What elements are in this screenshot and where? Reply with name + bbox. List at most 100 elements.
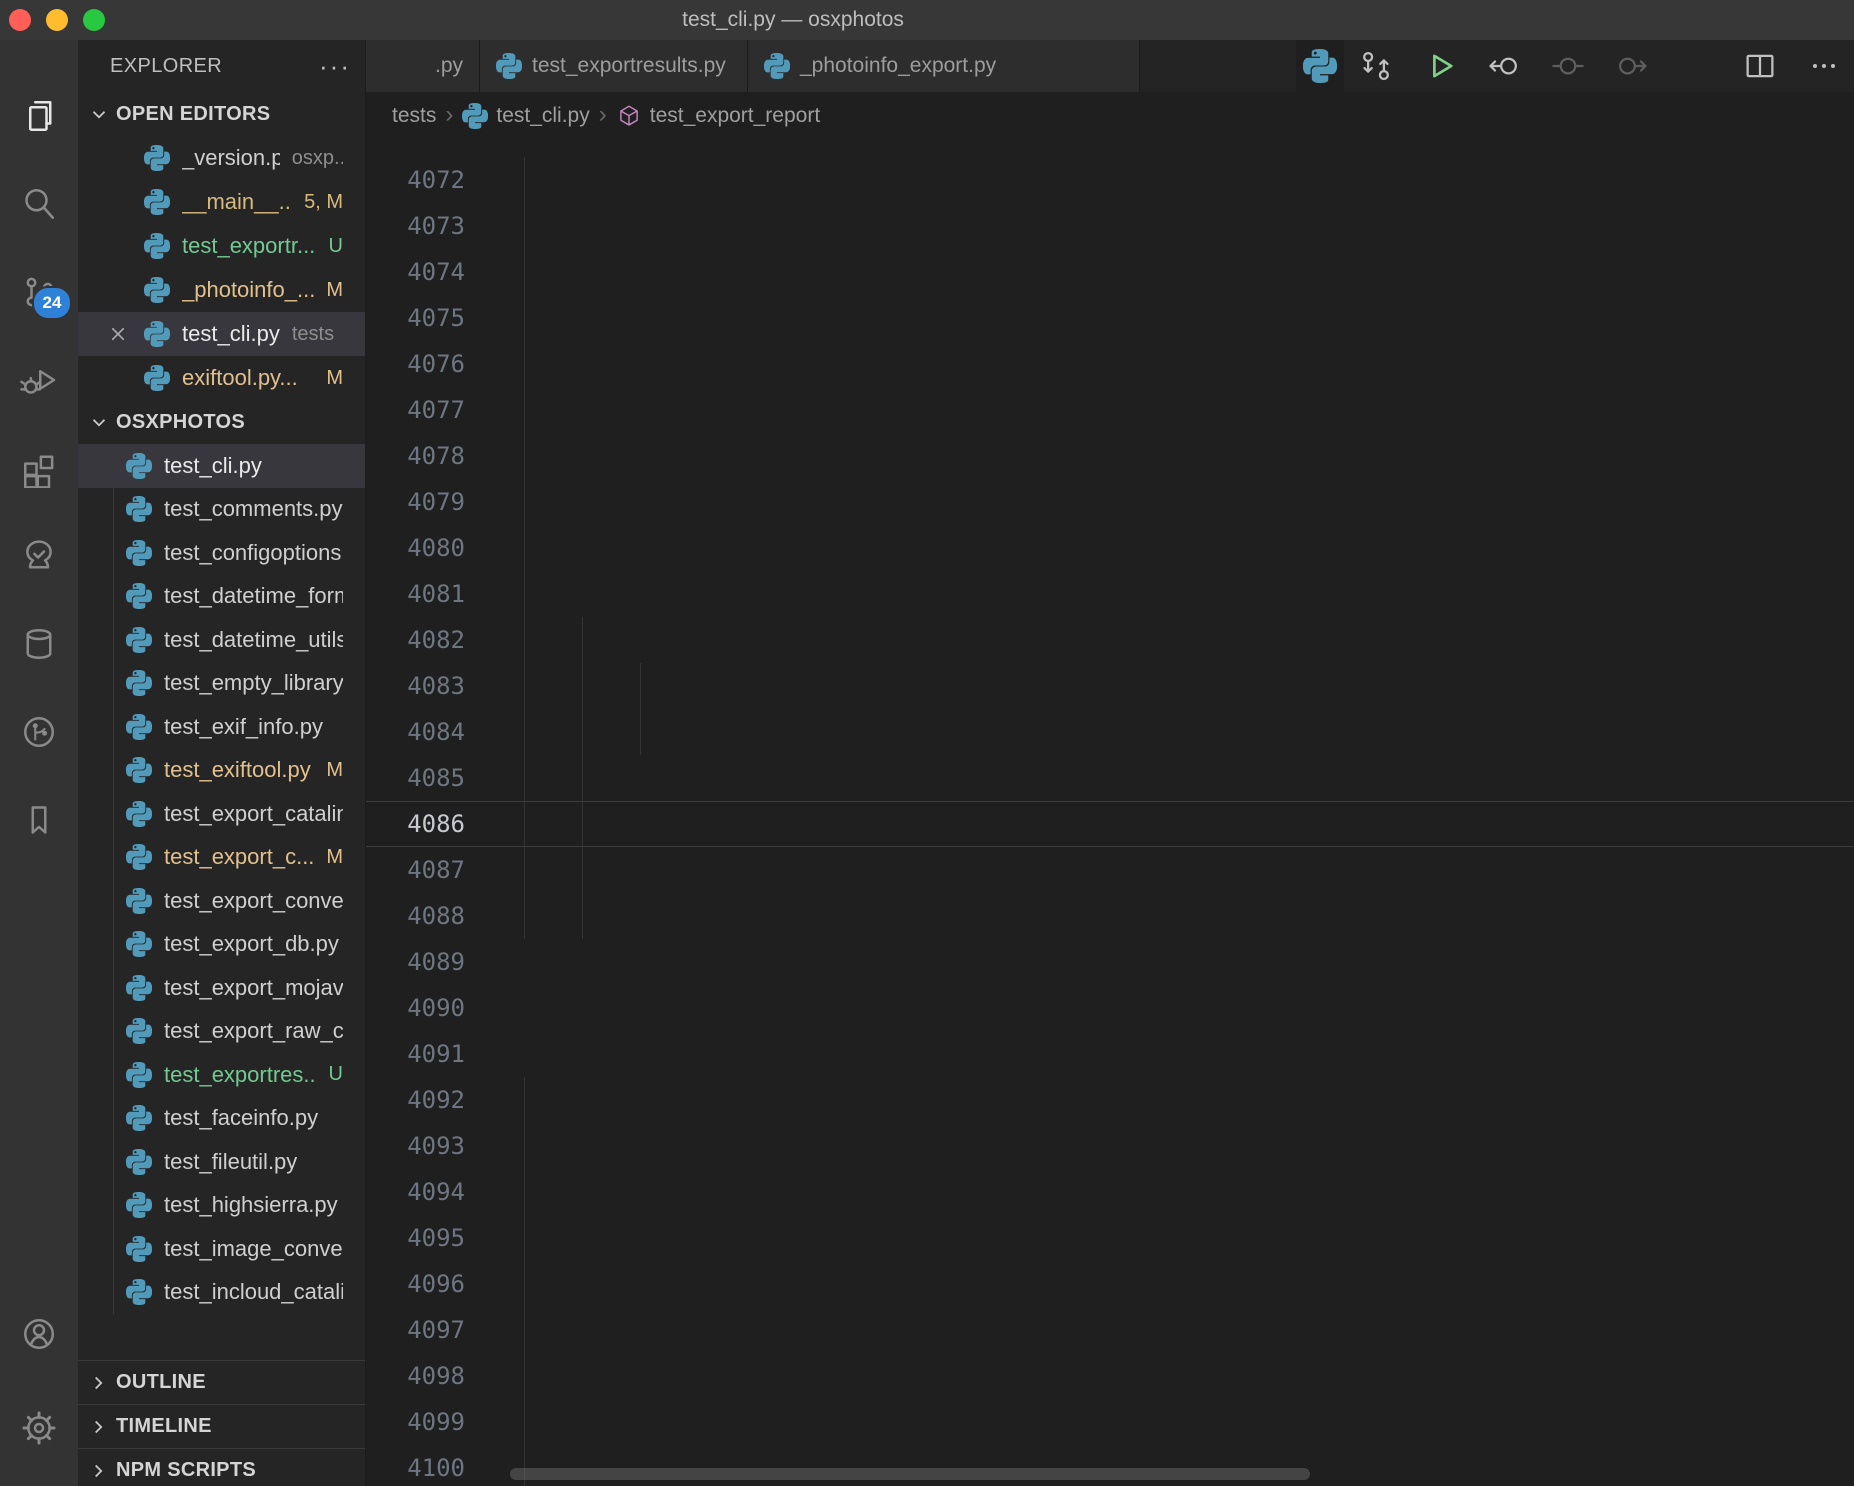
open-editor-item[interactable]: __main__.... 5, M [78,180,365,224]
close-window-button[interactable] [9,9,31,31]
code-line-4089[interactable]: 4089 [366,939,1854,985]
code-line-4092[interactable]: 4092 ····"""·test·export·with·--report·o… [366,1077,1854,1123]
code-line-4098[interactable]: 4098 [366,1353,1854,1399]
gitlens-graph-button[interactable] [1678,48,1714,84]
section-timeline[interactable]: TIMELINE [78,1404,366,1448]
open-editor-item[interactable]: exiftool.py... M [78,356,365,400]
file-tree-item[interactable]: test_export_db.py [78,923,365,967]
activity-extensions-button[interactable] [0,424,78,512]
code-line-4080[interactable]: 4080 ····#·pylint:·disable=not-context-m… [366,525,1854,571]
settings-icon [19,1408,59,1448]
tab--photoinfo-export-py[interactable]: _photoinfo_export.py [748,40,1140,92]
code-line-4081[interactable]: 4081 ····with·runner.isolated_filesystem… [366,571,1854,617]
file-tree-item[interactable]: test_exportres... U [78,1053,365,1097]
code-line-4078[interactable]: 4078 ····runner·=·CliRunner() [366,433,1854,479]
file-tree-item[interactable]: test_export_conver... [78,879,365,923]
more-actions-button[interactable] [1806,48,1842,84]
code-line-4093[interactable]: 4093 ····import·glob [366,1123,1854,1169]
file-tree-item[interactable]: test_export_mojave... [78,966,365,1010]
split-editor-button[interactable] [1742,48,1778,84]
tab--py[interactable]: .py [366,40,480,92]
code-line-4075[interactable]: 4075 ····import·osxphotos [366,295,1854,341]
activity-testing-tree-button[interactable] [0,512,78,600]
activity-search-button[interactable] [0,160,78,248]
code-line-4091[interactable]: 4091 def·test_export_report_not_a_file()… [366,1031,1854,1077]
project-section-header[interactable]: OSXPHOTOS [78,400,365,444]
code-line-4094[interactable]: 4094 ····import·os [366,1169,1854,1215]
file-tree-item[interactable]: test_configoptions.... [78,531,365,575]
activity-explorer-button[interactable] [0,72,78,160]
open-editor-item[interactable]: test_cli.py tests [78,312,365,356]
zoom-window-button[interactable] [83,9,105,31]
code-line-4084[interactable]: 4084 ············[os.path.join(cwd,·CLI_… [366,709,1854,755]
code-line-4083[interactable]: 4083 ············export, [366,663,1854,709]
code-line-4088[interactable]: 4088 ········assert·os.path.exists("repo… [366,893,1854,939]
activity-run-debug-button[interactable] [0,336,78,424]
file-tree-item[interactable]: test_fileutil.py [78,1140,365,1184]
code-line-4073[interactable]: 4073 ····import·os [366,203,1854,249]
activity-bookmarks-button[interactable] [0,776,78,864]
activity-gitlens-button[interactable] [0,688,78,776]
tab-test-cli-active[interactable] [1296,40,1344,92]
prev-change-button[interactable] [1486,48,1522,84]
code-line-4079[interactable]: 4079 ····cwd·=·os.getcwd() [366,479,1854,525]
file-tree-item[interactable]: test_datetime_utils.... [78,618,365,662]
file-tree-item[interactable]: test_export_c... M [78,836,365,880]
close-icon[interactable] [106,322,130,351]
git-status-badge: M [326,367,343,390]
file-tree-item[interactable]: test_exif_info.py [78,705,365,749]
code-line-4087[interactable]: 4087 ········assert·"Writing·export·repo… [366,847,1854,893]
horizontal-scrollbar[interactable] [510,1468,1310,1480]
code-line-4077[interactable]: 4077 [366,387,1854,433]
compare-changes-button[interactable] [1358,48,1394,84]
file-tree-item[interactable]: test_highsierra.py [78,1184,365,1228]
file-tree-item[interactable]: test_exiftool.py M [78,749,365,793]
code-line-4095[interactable]: 4095 ····import·os.path [366,1215,1854,1261]
circle-outline-button[interactable] [1550,48,1586,84]
section-npm-scripts[interactable]: NPM SCRIPTS [78,1448,366,1486]
code-line-4099[interactable]: 4099 ····runner·=·CliRunner() [366,1399,1854,1445]
code-line-4096[interactable]: 4096 ····import·osxphotos [366,1261,1854,1307]
file-tree-item[interactable]: test_comments.py [78,488,365,532]
code-line-4074[interactable]: 4074 ····import·os.path [366,249,1854,295]
open-editor-item[interactable]: _version.py osxp... [78,136,365,180]
breadcrumb-item[interactable]: test_cli.py [462,103,589,129]
activity-source-control-button[interactable]: 24 [0,248,78,336]
next-change-button[interactable] [1614,48,1650,84]
line-number: 4095 [366,1215,524,1261]
code-line-4097[interactable]: 4097 ····from·osxphotos.__main__·import·… [366,1307,1854,1353]
open-editor-item[interactable]: test_exportr... U [78,224,365,268]
file-tree-item[interactable]: test_export_raw_ca... [78,1010,365,1054]
breadcrumb-item[interactable]: tests [392,104,436,128]
file-tree-item[interactable]: test_datetime_form... [78,575,365,619]
breadcrumb-item[interactable]: test_export_report [616,103,820,129]
file-tree-item[interactable]: test_cli.py [78,444,365,488]
code-line-4076[interactable]: 4076 ····from·osxphotos.__main__·import·… [366,341,1854,387]
explorer-more-actions-button[interactable]: ··· [319,51,351,82]
python-icon [126,801,152,827]
file-tree-item[interactable]: test_incloud_catali... [78,1271,365,1315]
open-editor-item[interactable]: _photoinfo_... M [78,268,365,312]
chevron-right-icon [88,1372,110,1394]
file-tree-item[interactable]: test_image_convert... [78,1227,365,1271]
code-line-4072[interactable]: 4072 ····import·glob [366,157,1854,203]
code-line-4082[interactable]: 4082 ········result·=·runner.invoke( [366,617,1854,663]
file-tree-item[interactable]: test_empty_library_... [78,662,365,706]
code-line-4086[interactable]: 4086 ········assert·result.exit_code·==·… [366,801,1854,847]
activity-account-button[interactable] [0,1294,78,1374]
code-line-4085[interactable]: 4085 ········) [366,755,1854,801]
code-line-4090[interactable]: 4090 [366,985,1854,1031]
code-editor[interactable]: 4072 ····import·glob 4073 ····import·os … [366,140,1854,1486]
run-button[interactable] [1422,48,1458,84]
file-tree-item[interactable]: test_export_catalin... [78,792,365,836]
minimize-window-button[interactable] [46,9,68,31]
open-editors-section-header[interactable]: OPEN EDITORS [78,92,365,136]
activity-settings-button[interactable] [0,1388,78,1468]
indent-guide [582,893,583,939]
window-title: test_cli.py — osxphotos [593,0,993,40]
activity-database-button[interactable] [0,600,78,688]
section-outline[interactable]: OUTLINE [78,1360,366,1404]
tab-test-exportresults-py[interactable]: test_exportresults.py [480,40,748,92]
line-number: 4091 [366,1031,524,1077]
file-tree-item[interactable]: test_faceinfo.py [78,1097,365,1141]
